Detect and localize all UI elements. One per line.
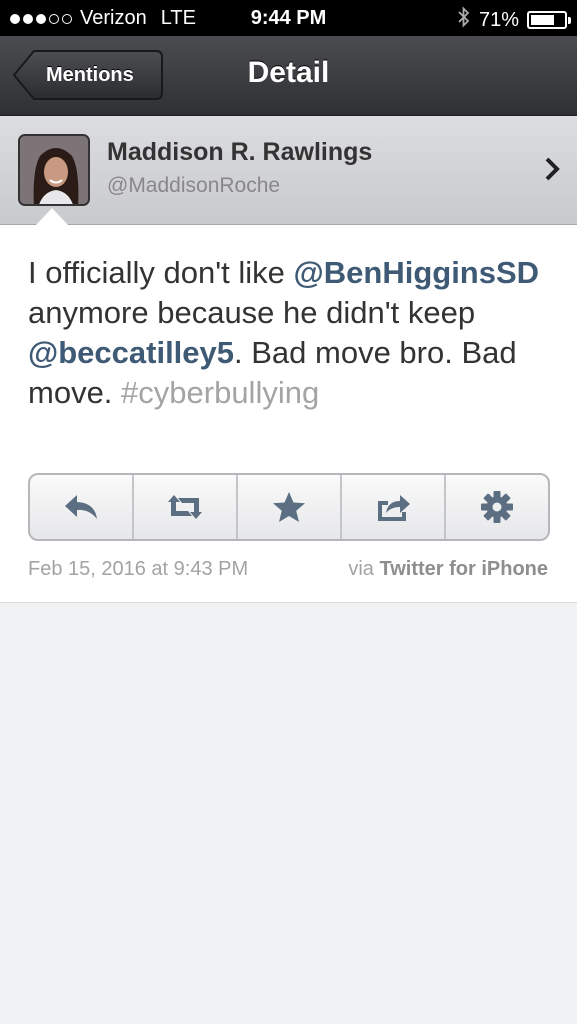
tweet-text-segment: I officially don't like — [28, 255, 294, 290]
avatar[interactable] — [18, 134, 90, 206]
tweet-detail-card: I officially don't like @BenHigginsSD an… — [0, 225, 577, 603]
retweet-button[interactable] — [134, 475, 238, 539]
via-label: via — [348, 558, 374, 580]
header-pointer-notch — [36, 208, 68, 225]
tweet-text-segment: anymore because he didn't keep — [28, 295, 476, 330]
mention-link[interactable]: @BenHigginsSD — [294, 255, 540, 290]
share-button[interactable] — [342, 475, 446, 539]
share-icon — [378, 495, 410, 521]
favorite-star-icon — [273, 492, 305, 522]
bluetooth-icon — [457, 6, 471, 34]
tweet-action-bar — [28, 473, 550, 541]
profile-handle: @MaddisonRoche — [107, 174, 281, 197]
reply-icon — [65, 495, 97, 519]
reply-button[interactable] — [30, 475, 134, 539]
tweet-source[interactable]: via Twitter for iPhone — [348, 558, 548, 581]
favorite-button[interactable] — [238, 475, 342, 539]
more-settings-button[interactable] — [446, 475, 548, 539]
navigation-bar: Mentions Detail — [0, 36, 577, 116]
battery-percent: 71% — [478, 8, 519, 31]
gear-icon — [481, 491, 513, 523]
chevron-right-icon[interactable] — [543, 156, 561, 187]
page-title: Detail — [247, 56, 330, 89]
profile-header[interactable]: Maddison R. Rawlings @MaddisonRoche — [0, 116, 577, 225]
hashtag-link[interactable]: #cyberbullying — [121, 375, 319, 410]
source-app-name[interactable]: Twitter for iPhone — [379, 558, 548, 580]
mention-link[interactable]: @beccatilley5 — [28, 335, 234, 370]
status-bar: Verizon LTE 9:44 PM 71% — [0, 0, 577, 36]
battery-icon — [527, 11, 571, 29]
profile-name: Maddison R. Rawlings — [107, 138, 373, 166]
retweet-icon — [168, 495, 202, 519]
tweet-timestamp: Feb 15, 2016 at 9:43 PM — [28, 558, 249, 580]
tweet-text: I officially don't like @BenHigginsSD an… — [28, 253, 558, 413]
